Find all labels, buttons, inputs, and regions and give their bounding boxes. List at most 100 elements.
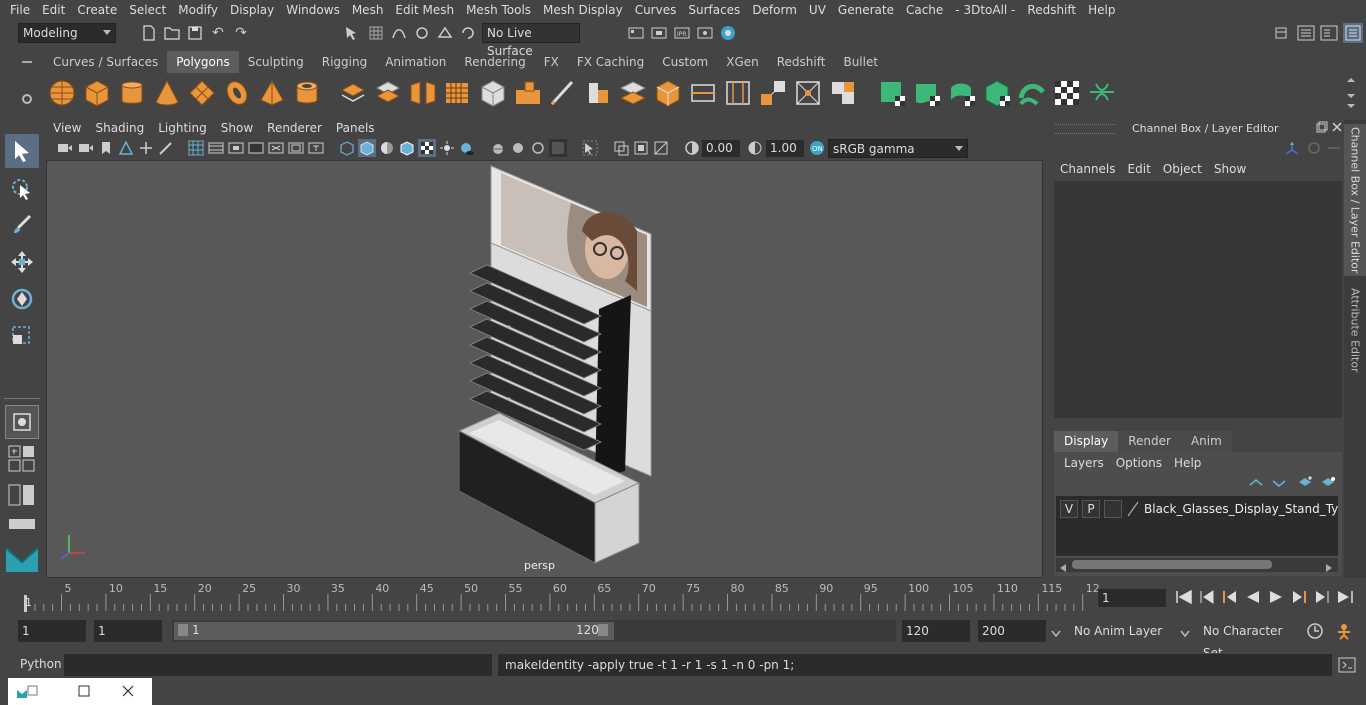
animation-preferences-icon[interactable]: [1334, 622, 1354, 643]
viewport-3d[interactable]: persp: [46, 160, 1043, 578]
append-polygon-icon[interactable]: [653, 78, 683, 108]
poly-torus-icon[interactable]: [222, 78, 252, 108]
multi-cut-icon[interactable]: [548, 78, 578, 108]
viewport-menu-view[interactable]: View: [46, 119, 88, 137]
new-layer-icon[interactable]: [1297, 476, 1313, 493]
hyper-icon[interactable]: [1326, 140, 1342, 159]
panel-grip[interactable]: [1055, 124, 1115, 134]
scene-start-field[interactable]: 1: [18, 620, 86, 642]
shelf-tab-sculpting[interactable]: Sculpting: [239, 51, 313, 73]
last-tool-icon[interactable]: [5, 405, 39, 439]
shelf-tab-fx[interactable]: FX: [535, 51, 568, 73]
reduce-icon[interactable]: [478, 78, 508, 108]
step-forward-key-icon[interactable]: [1290, 590, 1308, 607]
scene-end-field[interactable]: 200: [978, 620, 1046, 642]
toggle-channel-box-icon[interactable]: [1343, 23, 1363, 43]
safe-action-icon[interactable]: [287, 139, 305, 157]
layer-name[interactable]: Black_Glasses_Display_Stand_Type_00: [1144, 500, 1338, 518]
bridge-icon[interactable]: [618, 78, 648, 108]
menu-edit-mesh[interactable]: Edit Mesh: [389, 0, 460, 20]
layer-color-swatch[interactable]: [1126, 500, 1140, 518]
shadows-icon[interactable]: [458, 139, 476, 157]
scroll-right-icon[interactable]: [1326, 561, 1332, 575]
snap-curve-icon[interactable]: [390, 24, 408, 42]
float-panel-icon[interactable]: [1316, 121, 1328, 136]
mirror-icon[interactable]: [408, 78, 438, 108]
options-menu[interactable]: Options: [1110, 454, 1168, 472]
move-tool-icon[interactable]: [5, 245, 39, 279]
new-layer-selected-icon[interactable]: [1320, 476, 1336, 493]
bookmark-icon[interactable]: [97, 139, 115, 157]
toggle-attribute-editor-icon[interactable]: [1297, 24, 1315, 42]
select-tool-icon[interactable]: [5, 134, 39, 168]
menu-uv[interactable]: UV: [803, 0, 832, 20]
layer-display-type-toggle[interactable]: [1104, 500, 1122, 518]
workspace-icon[interactable]: [1272, 24, 1290, 42]
toggle-tool-settings-icon[interactable]: [1320, 24, 1338, 42]
default-material-icon[interactable]: [378, 139, 396, 157]
layout-outliner-icon[interactable]: [8, 518, 36, 533]
layer-tab-anim[interactable]: Anim: [1180, 431, 1232, 452]
close-window-icon[interactable]: [122, 685, 134, 700]
range-end-grip[interactable]: [598, 624, 608, 636]
auto-key-icon[interactable]: [1306, 622, 1324, 643]
menu-generate[interactable]: Generate: [832, 0, 900, 20]
help-menu[interactable]: Help: [1168, 454, 1207, 472]
menu-cache[interactable]: Cache: [900, 0, 949, 20]
command-language-label[interactable]: Python: [20, 657, 62, 671]
xray-joints-icon[interactable]: [632, 139, 650, 157]
lasso-tool-icon[interactable]: [5, 172, 39, 206]
render-frame-icon[interactable]: [650, 24, 668, 42]
shelf-tab-fx-caching[interactable]: FX Caching: [568, 51, 653, 73]
layer-playback-toggle[interactable]: P: [1082, 500, 1100, 518]
range-slider-handle[interactable]: [174, 622, 614, 640]
play-backwards-icon[interactable]: [1244, 590, 1262, 607]
camera-attributes-icon[interactable]: [56, 139, 74, 157]
poly-plane-icon[interactable]: [187, 78, 217, 108]
grid-icon[interactable]: [187, 139, 205, 157]
render-view-icon[interactable]: [627, 24, 645, 42]
show-menu[interactable]: Show: [1208, 160, 1252, 178]
menu-help[interactable]: Help: [1082, 0, 1121, 20]
poly-pipe-icon[interactable]: [292, 78, 322, 108]
menu-deform[interactable]: Deform: [746, 0, 803, 20]
target-weld-icon[interactable]: [758, 78, 788, 108]
combine-icon[interactable]: [338, 78, 368, 108]
resolution-gate-icon[interactable]: [227, 139, 245, 157]
shelf-tab-rigging[interactable]: Rigging: [313, 51, 376, 73]
shelf-tab-animation[interactable]: Animation: [376, 51, 455, 73]
select-hierarchy-icon[interactable]: [343, 24, 361, 42]
field-chart-icon[interactable]: [267, 139, 285, 157]
menu-modify[interactable]: Modify: [172, 0, 224, 20]
exposure-icon[interactable]: [683, 139, 701, 157]
layer-visibility-toggle[interactable]: V: [1060, 500, 1078, 518]
range-slider-track[interactable]: 1 120: [172, 620, 896, 642]
menu-windows[interactable]: Windows: [280, 0, 346, 20]
live-surface-field[interactable]: No Live Surface: [482, 23, 580, 58]
color-space-dropdown[interactable]: sRGB gamma: [828, 139, 968, 158]
step-back-icon[interactable]: [1198, 590, 1216, 607]
gate-mask-icon[interactable]: [247, 139, 265, 157]
layer-scrollbar[interactable]: [1056, 558, 1338, 572]
save-scene-icon[interactable]: [186, 24, 204, 42]
viewport-menu-panels[interactable]: Panels: [329, 119, 382, 137]
render-settings-icon[interactable]: [696, 24, 714, 42]
manipulator-icon[interactable]: [1284, 140, 1300, 159]
step-forward-icon[interactable]: [1313, 590, 1331, 607]
planar-mapping-icon[interactable]: [912, 78, 942, 108]
time-slider[interactable]: 1 5 10 15 20 25 30 35 40 45 50 55 60 65 70 75 80 85 90 95 1…: [18, 582, 1100, 612]
layer-tab-render[interactable]: Render: [1118, 431, 1181, 452]
insert-edge-loop-icon[interactable]: [723, 78, 753, 108]
character-set-dropdown[interactable]: No Character Set: [1195, 620, 1301, 660]
wireframe-icon[interactable]: [338, 139, 356, 157]
go-to-start-icon[interactable]: [1175, 589, 1193, 607]
shelf-tab-curves-surfaces[interactable]: Curves / Surfaces: [44, 51, 167, 73]
layout-two-panes-icon[interactable]: [8, 484, 36, 509]
step-back-key-icon[interactable]: [1221, 590, 1239, 607]
merge-icon[interactable]: [793, 78, 823, 108]
shelf-menu-icon[interactable]: [20, 55, 34, 69]
bevel-icon[interactable]: [583, 78, 613, 108]
shelf-settings-icon[interactable]: [20, 92, 34, 109]
layers-menu[interactable]: Layers: [1058, 454, 1110, 472]
xray-active-icon[interactable]: [652, 139, 670, 157]
